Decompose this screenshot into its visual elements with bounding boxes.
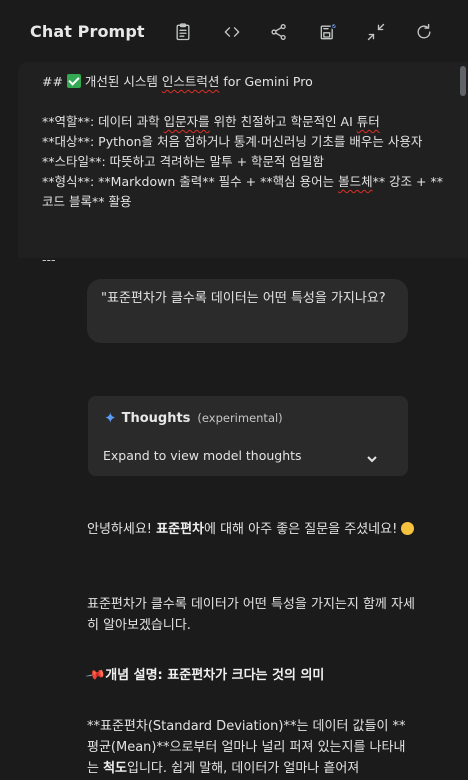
role-line: **역할**: 데이터 과학 입문자를 위한 친절하고 학문적인 AI 튜터 [42, 114, 380, 129]
response-paragraph-greeting: 안녕하세요! 표준편차에 대해 아주 좋은 질문을 주셨네요! [87, 519, 417, 540]
code-icon[interactable] [220, 20, 244, 44]
check-mark-icon [66, 74, 81, 88]
save-icon[interactable] [316, 20, 340, 44]
user-message-bubble: "표준편차가 클수록 데이터는 어떤 특성을 가지나요? [87, 279, 408, 343]
clipboard-icon[interactable] [171, 20, 195, 44]
thoughts-title: Thoughts [121, 410, 191, 426]
response-section-heading: 📌개념 설명: 표준편차가 크다는 것의 의미 [84, 665, 417, 687]
smile-emoji-icon [401, 522, 415, 535]
expand-thoughts-label[interactable]: Expand to view model thoughts [103, 448, 302, 463]
sparkle-icon: ✦ [104, 409, 117, 427]
format-line: **형식**: **Markdown 출력** 필수 + **핵심 용어는 볼드… [42, 174, 443, 209]
chevron-down-icon[interactable] [366, 450, 378, 463]
pushpin-icon: 📌 [84, 664, 107, 687]
thoughts-subtitle: (experimental) [197, 411, 283, 425]
response-paragraph-definition: **표준편차(Standard Deviation)**는 데이터 값들이 **… [87, 719, 406, 776]
target-line: **대상**: Python을 처음 접하거나 통계·머신러닝 기초를 배우는 … [42, 134, 423, 149]
system-instructions-panel[interactable]: ## 개선된 시스템 인스트럭션 for Gemini Pro **역할**: … [18, 62, 468, 258]
thoughts-card[interactable]: ✦ Thoughts (experimental) Expand to view… [88, 396, 408, 476]
app-header: Chat Prompt [0, 0, 468, 64]
page-title: Chat Prompt [30, 22, 145, 41]
system-instructions-text[interactable]: ## 개선된 시스템 인스트럭션 for Gemini Pro **역할**: … [42, 72, 452, 212]
response-paragraph-intro: 표준편차가 클수록 데이터가 어떤 특성을 가지는지 함께 자세히 알아보겠습니… [87, 597, 415, 633]
compress-icon[interactable] [364, 20, 388, 44]
refresh-icon[interactable] [412, 20, 436, 44]
separator-text: --- [42, 252, 56, 267]
share-icon[interactable] [267, 20, 291, 44]
scrollbar-thumb[interactable] [460, 66, 466, 96]
style-line: **스타일**: 따뜻하고 격려하는 말투 + 학문적 엄밀함 [42, 154, 325, 169]
thoughts-header: ✦ Thoughts (experimental) [104, 409, 283, 427]
